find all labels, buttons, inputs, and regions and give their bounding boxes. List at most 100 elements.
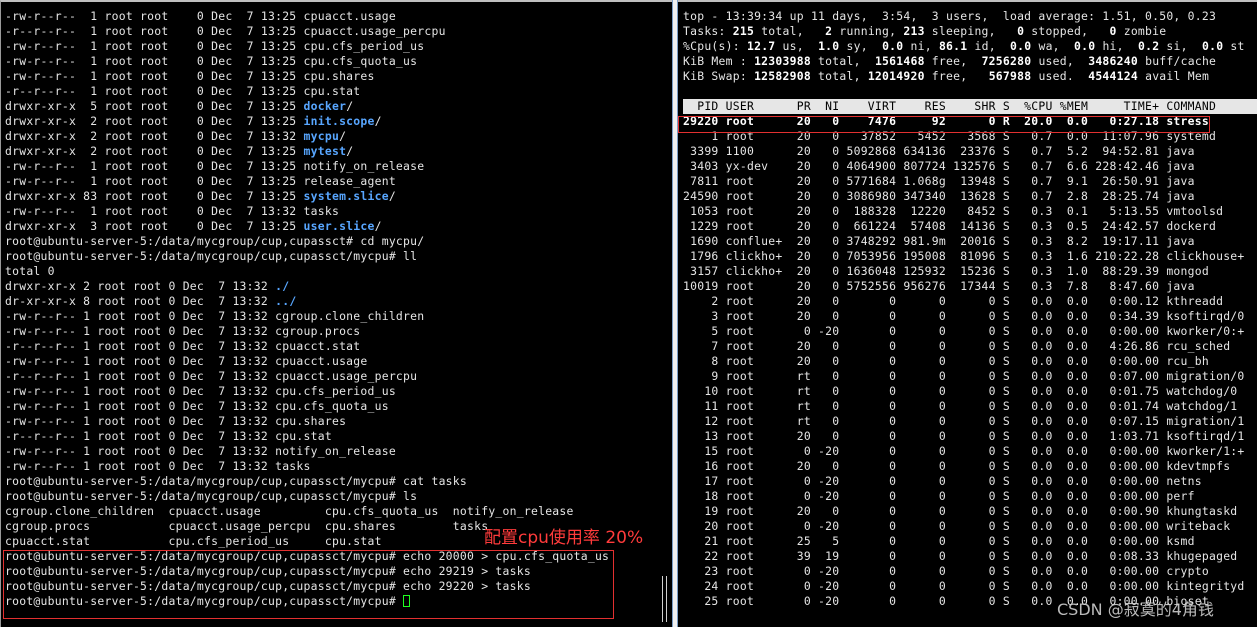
line-text: 11 root rt 0 0 0 0 S 0.0 0.0 0:01.74 wat… [683, 399, 1238, 413]
top-line: KiB Swap: 12582908 total, 12014920 free,… [683, 69, 1257, 84]
line-text: hi, [1095, 39, 1138, 53]
terminal-line: drwxr-xr-x 83 root root 0 Dec 7 13:25 sy… [5, 189, 609, 204]
top-line: 3403 yx-dev 20 0 4064900 807724 132576 S… [683, 159, 1257, 174]
terminal-line: -r--r--r-- 1 root root 0 Dec 7 13:32 cpu… [5, 429, 609, 444]
line-text: 7256280 [981, 54, 1032, 68]
terminal-line: -rw-r--r-- 1 root root 0 Dec 7 13:32 not… [5, 444, 609, 459]
line-text: total, [754, 24, 826, 38]
line-text: st [1223, 39, 1245, 53]
line-text: free, [924, 69, 989, 83]
line-text: 12014920 [867, 69, 925, 83]
top-terminal-pane[interactable]: top - 13:39:34 up 11 days, 3:54, 3 users… [678, 0, 1257, 627]
terminal-line: root@ubuntu-server-5:/data/mycgroup/cup,… [5, 489, 609, 504]
line-text: 0 [1109, 24, 1117, 38]
line-text: / [339, 129, 347, 143]
top-line: 10019 root 20 0 5752556 956276 17344 S 0… [683, 279, 1257, 294]
top-line: 1053 root 20 0 188328 12220 8452 S 0.3 0… [683, 204, 1257, 219]
terminal-line: total 0 [5, 264, 609, 279]
line-text: 24 root 0 -20 0 0 0 S 0.0 0.0 0:00.00 ki… [683, 579, 1245, 593]
line-text: 0.0 [1074, 39, 1096, 53]
line-text: total, [810, 69, 868, 83]
line-text: KiB Mem : [683, 54, 755, 68]
line-text: cgroup.procs cpuacct.usage_percpu cpu.sh… [5, 519, 489, 533]
line-text: -rw-r--r-- 1 root root 0 Dec 7 13:25 cpu… [5, 9, 396, 23]
line-text: 23 root 0 -20 0 0 0 S 0.0 0.0 0:00.00 cr… [683, 564, 1209, 578]
line-text: 12303988 [754, 54, 811, 68]
line-text: 213 [903, 24, 925, 38]
top-line: top - 13:39:34 up 11 days, 3:54, 3 users… [683, 9, 1257, 24]
line-text: id, [967, 39, 1011, 53]
line-text: sy, [839, 39, 883, 53]
line-text: 9 root rt 0 0 0 0 S 0.0 0.0 0:07.00 migr… [683, 369, 1245, 383]
terminal-line: -rw-r--r-- 1 root root 0 Dec 7 13:25 rel… [5, 174, 609, 189]
terminal-line: -r--r--r-- 1 root root 0 Dec 7 13:32 cpu… [5, 369, 609, 384]
line-text: -r--r--r-- 1 root root 0 Dec 7 13:25 cpu… [5, 84, 361, 98]
line-text: 4544124 [1088, 69, 1138, 83]
top-line: PID USER PR NI VIRT RES SHR S %CPU %MEM … [683, 99, 1257, 114]
line-text: wa, [1031, 39, 1075, 53]
left-terminal-pane[interactable]: -rw-r--r-- 1 root root 0 Dec 7 13:25 cpu… [0, 0, 672, 627]
line-text: total, [810, 54, 875, 68]
line-text: us, [775, 39, 819, 53]
top-line: 13 root 20 0 0 0 0 S 0.0 0.0 1:03.71 kso… [683, 429, 1257, 444]
line-text: %Cpu(s): [683, 39, 747, 53]
terminal-line: -rw-r--r-- 1 root root 0 Dec 7 13:32 cpu… [5, 414, 609, 429]
line-text: cpuacct.stat cpu.cfs_period_us cpu.stat [5, 534, 382, 548]
commands-highlight-box [3, 550, 614, 619]
line-text: avail Mem [1137, 69, 1210, 83]
top-line: 7 root 20 0 0 0 0 S 0.0 0.0 4:26.86 rcu_… [683, 339, 1257, 354]
line-text: 3157 clickho+ 20 0 1636048 125932 15236 … [683, 264, 1209, 278]
line-text: / [374, 219, 382, 233]
line-text: -rw-r--r-- 1 root root 0 Dec 7 13:32 cpu… [5, 399, 389, 413]
line-text: 3486240 [1088, 54, 1138, 68]
csdn-watermark: CSDN @寂寞的4角钱 [1057, 600, 1214, 619]
top-line: 20 root 0 -20 0 0 0 S 0.0 0.0 0:00.00 wr… [683, 519, 1257, 534]
line-text: 12582908 [754, 69, 811, 83]
terminal-line: -rw-r--r-- 1 root root 0 Dec 7 13:32 tas… [5, 459, 609, 474]
line-text: 3403 yx-dev 20 0 4064900 807724 132576 S… [683, 159, 1195, 173]
line-text: 3 root 20 0 0 0 0 S 0.0 0.0 0:34.39 ksof… [683, 309, 1245, 323]
line-text: 17 root 0 -20 0 0 0 S 0.0 0.0 0:00.00 ne… [683, 474, 1202, 488]
line-text: 0.0 [1010, 39, 1032, 53]
line-text: 19 root 20 0 0 0 0 S 0.0 0.0 0:00.90 khu… [683, 504, 1238, 518]
line-text: root@ubuntu-server-5:/data/mycgroup/cup,… [5, 474, 468, 488]
top-line: 2 root 20 0 0 0 0 S 0.0 0.0 0:00.12 kthr… [683, 294, 1257, 309]
terminal-line: -rw-r--r-- 1 root root 0 Dec 7 13:32 tas… [5, 204, 609, 219]
line-text: 86.1 [938, 39, 968, 53]
line-text: 2 root 20 0 0 0 0 S 0.0 0.0 0:00.12 kthr… [683, 294, 1224, 308]
line-text: 1053 root 20 0 188328 12220 8452 S 0.3 0… [683, 204, 1224, 218]
line-text: -r--r--r-- 1 root root 0 Dec 7 13:32 cpu… [5, 339, 361, 353]
line-text: 0.0 [882, 39, 904, 53]
line-text: / [388, 189, 396, 203]
top-line: Tasks: 215 total, 2 running, 213 sleepin… [683, 24, 1257, 39]
line-text: root@ubuntu-server-5:/data/mycgroup/cup,… [5, 489, 418, 503]
top-line: 5 root 0 -20 0 0 0 S 0.0 0.0 0:00.00 kwo… [683, 324, 1257, 339]
terminal-line: -rw-r--r-- 1 root root 0 Dec 7 13:25 cpu… [5, 39, 609, 54]
line-text: drwxr-xr-x 3 root root 0 Dec 7 13:25 [5, 219, 304, 233]
terminal-line: -rw-r--r-- 1 root root 0 Dec 7 13:32 cpu… [5, 384, 609, 399]
terminal-line: -rw-r--r-- 1 root root 0 Dec 7 13:25 cpu… [5, 54, 609, 69]
line-text: buff/cache [1137, 54, 1217, 68]
terminal-line: -rw-r--r-- 1 root root 0 Dec 7 13:25 cpu… [5, 69, 609, 84]
top-line: %Cpu(s): 12.7 us, 1.0 sy, 0.0 ni, 86.1 i… [683, 39, 1257, 54]
line-text: drwxr-xr-x 2 root root 0 Dec 7 13:32 [5, 129, 304, 143]
line-text: 1229 root 20 0 661224 57408 14136 S 0.3 … [683, 219, 1217, 233]
top-line: KiB Mem : 12303988 total, 1561468 free, … [683, 54, 1257, 69]
terminal-line: drwxr-xr-x 3 root root 0 Dec 7 13:25 use… [5, 219, 609, 234]
line-text: 12.7 [746, 39, 776, 53]
line-text: 1690 conflue+ 20 0 3748292 981.9m 20016 … [683, 234, 1195, 248]
left-scrollbar[interactable] [662, 576, 667, 622]
line-text: drwxr-xr-x 83 root root 0 Dec 7 13:25 [5, 189, 304, 203]
top-line: 1796 clickho+ 20 0 7053956 195008 81096 … [683, 249, 1257, 264]
terminal-line: -rw-r--r-- 1 root root 0 Dec 7 13:25 not… [5, 159, 609, 174]
line-text: -rw-r--r-- 1 root root 0 Dec 7 13:25 cpu… [5, 69, 375, 83]
top-line: 24590 root 20 0 3086980 347340 13628 S 0… [683, 189, 1257, 204]
line-text: 18 root 0 -20 0 0 0 S 0.0 0.0 0:00.00 pe… [683, 489, 1195, 503]
line-text: drwxr-xr-x 2 root root 0 Dec 7 13:25 [5, 114, 304, 128]
terminal-line: drwxr-xr-x 2 root root 0 Dec 7 13:25 myt… [5, 144, 609, 159]
line-text: -rw-r--r-- 1 root root 0 Dec 7 13:32 tas… [5, 459, 311, 473]
line-text: / [346, 99, 354, 113]
line-text: / [346, 144, 354, 158]
top-line: 7811 root 20 0 5771684 1.068g 13948 S 0.… [683, 174, 1257, 189]
line-text: -rw-r--r-- 1 root root 0 Dec 7 13:32 not… [5, 444, 396, 458]
